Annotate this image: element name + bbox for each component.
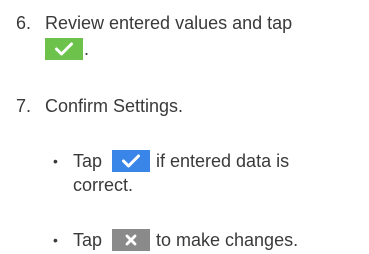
step-6-period: .	[84, 39, 90, 59]
bullet-2-suffix: to make changes.	[156, 230, 299, 250]
step-7-text: Confirm Settings.	[45, 96, 184, 116]
blue-check-icon	[112, 150, 150, 172]
bullet-2-prefix: Tap	[73, 230, 103, 250]
close-icon	[112, 229, 150, 251]
step-7-number: 7.	[16, 96, 32, 116]
green-check-icon	[45, 38, 83, 60]
bullet-marker: •	[53, 153, 58, 169]
step-6-text: Review entered values and tap	[45, 13, 293, 33]
bullet-1-suffix: if entered data is	[156, 151, 290, 171]
bullet-marker: •	[53, 232, 58, 248]
step-6-number: 6.	[16, 13, 32, 33]
bullet-1-prefix: Tap	[73, 151, 103, 171]
bullet-1-line2: correct.	[73, 175, 134, 195]
